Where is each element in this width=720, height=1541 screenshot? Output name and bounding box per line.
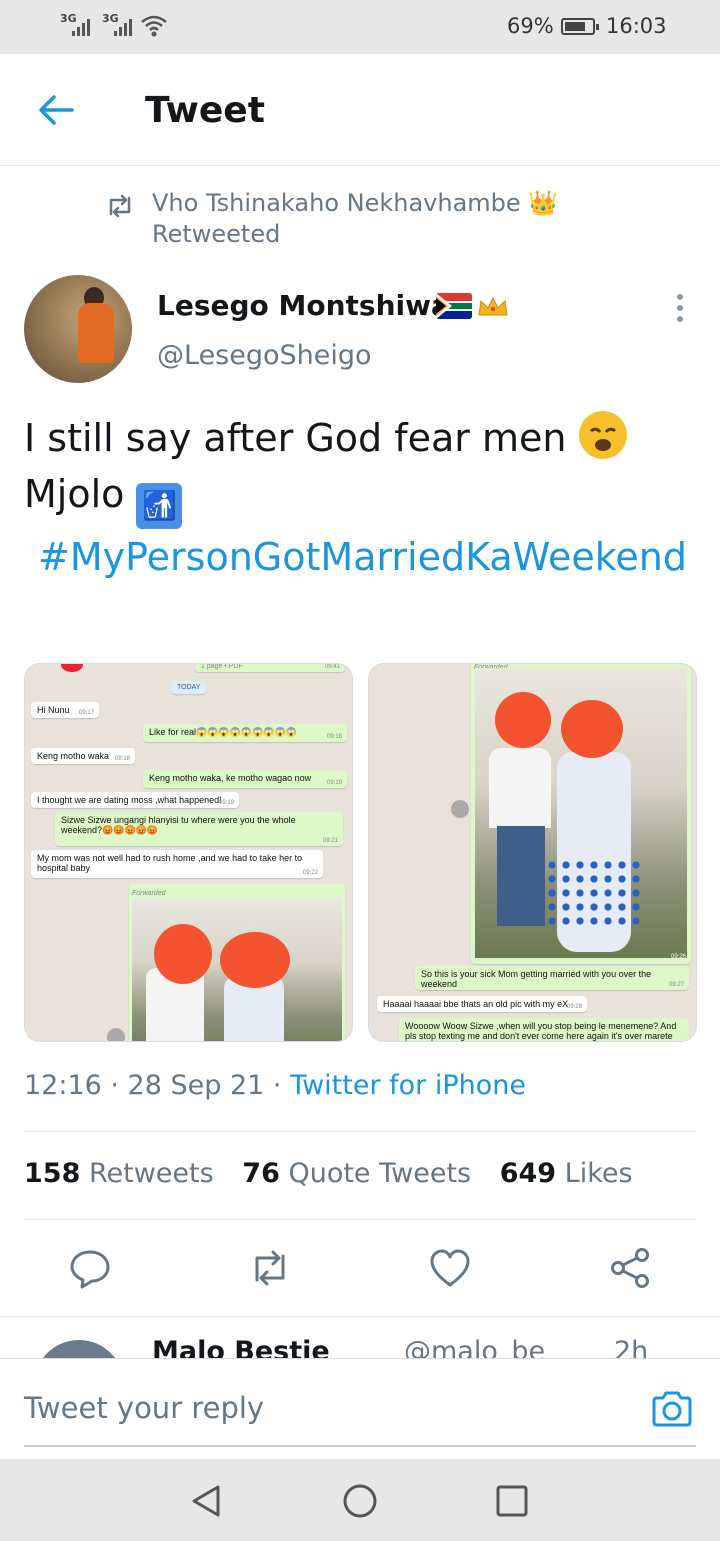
retweets-stat[interactable]: 158 Retweets xyxy=(24,1158,214,1189)
reply-underline xyxy=(24,1445,696,1447)
nav-home-icon[interactable] xyxy=(340,1481,380,1521)
author-handle[interactable]: @LesegoSheigo xyxy=(157,340,372,371)
tweet-text-line2: Mjolo xyxy=(24,472,137,516)
share-icon[interactable] xyxy=(608,1246,652,1290)
page-title: Tweet xyxy=(145,90,265,131)
weary-face-icon xyxy=(578,411,627,459)
retweeted-by-label[interactable]: Vho Tshinakaho Nekhavhambe 👑 Retweeted xyxy=(152,188,582,250)
tweet-text-line1: I still say after God fear men xyxy=(24,416,579,460)
chat-message: My mom was not well had to rush home ,an… xyxy=(31,850,323,878)
hashtag-link[interactable]: #MyPersonGotMarriedKaWeekend xyxy=(24,535,687,579)
next-tweet-time: 2h xyxy=(614,1336,649,1358)
chat-message: I thought we are dating moss ,what happe… xyxy=(31,792,239,808)
reply-bar: Tweet your reply xyxy=(0,1358,720,1458)
author-name[interactable]: Lesego Montshiwa xyxy=(157,289,450,322)
chat-message: So this is your sick Mom getting married… xyxy=(415,966,689,990)
tweet-timestamp: 12:16 · 28 Sep 21 · Twitter for iPhone xyxy=(24,1070,526,1101)
nav-back-icon[interactable] xyxy=(186,1481,226,1521)
source-link[interactable]: Twitter for iPhone xyxy=(290,1070,526,1101)
avatar[interactable] xyxy=(34,1340,124,1358)
divider xyxy=(0,1316,720,1317)
avatar[interactable] xyxy=(24,275,132,383)
divider xyxy=(24,1219,696,1220)
forwarded-photo-bubble: Forwarded 09:26 xyxy=(471,664,691,964)
battery-icon xyxy=(561,18,599,35)
pdf-bubble: 1 page • PDF 09:41 xyxy=(195,664,345,672)
battery-percentage: 69% xyxy=(507,14,554,38)
nav-recents-icon[interactable] xyxy=(492,1481,532,1521)
south-africa-flag-icon xyxy=(436,293,472,319)
next-tweet-preview[interactable]: Malo Bestie @malo_be 2h xyxy=(0,1318,720,1358)
camera-icon[interactable] xyxy=(650,1389,694,1429)
likes-stat[interactable]: 649 Likes xyxy=(500,1158,633,1189)
chat-message: Woooow Woow Sizwe ,when will you stop be… xyxy=(399,1018,689,1041)
chat-message: Keng motho waka, ke motho wagao now 09:19 xyxy=(143,770,347,788)
reply-input[interactable]: Tweet your reply xyxy=(24,1391,264,1425)
chat-message: Keng motho waka 09:18 xyxy=(31,748,135,764)
crown-icon xyxy=(478,296,508,316)
forwarded-photo-bubble: Forwarded xyxy=(129,884,345,1041)
more-vertical-icon[interactable] xyxy=(672,294,688,324)
reply-icon[interactable] xyxy=(68,1246,112,1290)
date-chip: TODAY xyxy=(171,681,207,694)
top-app-bar: Tweet xyxy=(0,54,720,166)
next-author-handle: @malo_be xyxy=(404,1336,546,1358)
heart-icon[interactable] xyxy=(428,1246,472,1290)
back-arrow-icon[interactable] xyxy=(36,92,76,128)
chat-message: Sizwe Sizwe ungangi hlanyisi tu where we… xyxy=(55,812,343,846)
litter-bin-icon: 🚮 xyxy=(136,483,183,529)
next-author-name[interactable]: Malo Bestie xyxy=(152,1336,330,1358)
system-navigation-bar xyxy=(0,1459,720,1541)
status-time: 16:03 xyxy=(606,14,667,38)
status-bar: 3G 3G 69% 16:03 xyxy=(0,0,720,54)
timestamp-text: 12:16 · 28 Sep 21 · xyxy=(24,1070,291,1101)
tweet-stats: 158 Retweets 76 Quote Tweets 649 Likes xyxy=(24,1158,633,1189)
chat-message: Haaaai haaaai bbe thats an old pic with … xyxy=(377,996,587,1012)
retweet-icon xyxy=(109,194,131,218)
chat-message: Like for real😱😱😱😱😱😱😱😱😱 09:18 xyxy=(143,724,347,742)
wifi-icon xyxy=(141,15,167,37)
divider xyxy=(24,1131,696,1132)
media-image-2[interactable]: Forwarded 09:26 So this is your sick Mom… xyxy=(368,663,697,1042)
chat-message: Hi Nunu 09:17 xyxy=(31,702,99,718)
retweet-icon[interactable] xyxy=(248,1246,292,1290)
quote-tweets-stat[interactable]: 76 Quote Tweets xyxy=(242,1158,471,1189)
media-image-1[interactable]: 1 page • PDF 09:41 TODAY Hi Nunu 09:17 Lik… xyxy=(24,663,353,1042)
tweet-body: I still say after God fear men Mjolo 🚮 #… xyxy=(24,410,696,585)
